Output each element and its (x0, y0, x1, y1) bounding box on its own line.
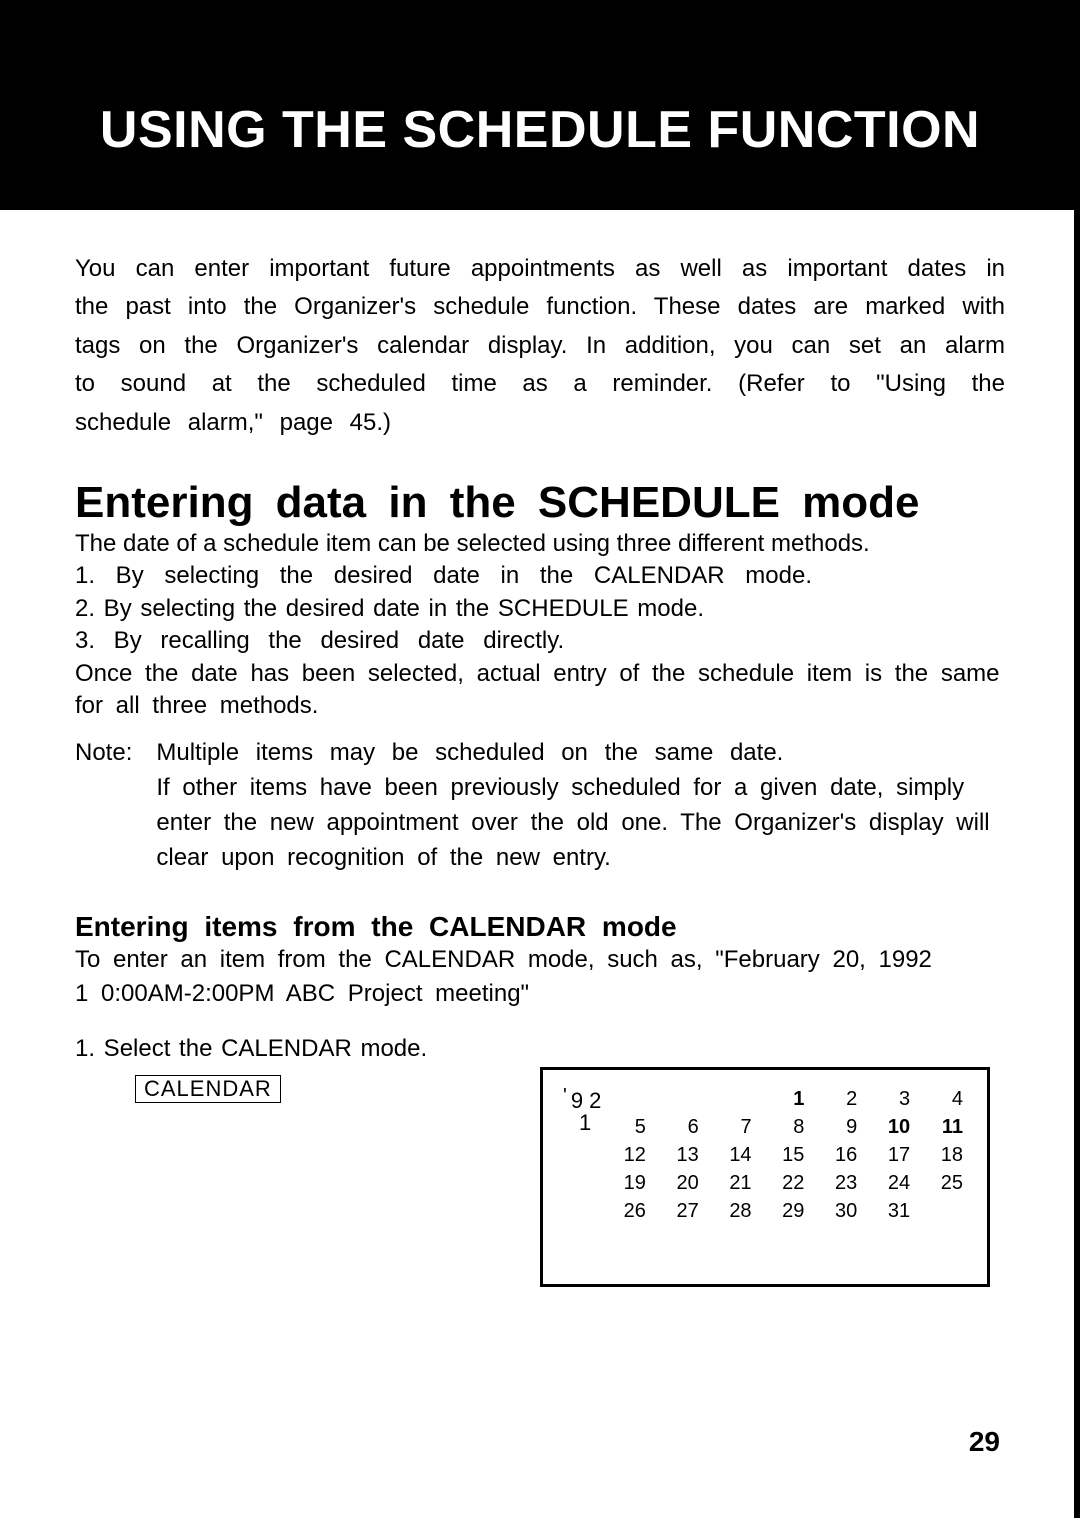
calendar-cell: 20 (656, 1172, 699, 1196)
calendar-grid: 1234567891011121314151617181920212223242… (603, 1088, 963, 1224)
calendar-cell: 27 (656, 1200, 699, 1224)
calendar-cell: 29 (762, 1200, 805, 1224)
note-block: Note: Multiple items may be scheduled on… (75, 736, 1005, 875)
header-band: USING THE SCHEDULE FUNCTION (0, 0, 1080, 210)
section2-p2: 1 0:00AM-2:00PM ABC Project meeting" (75, 977, 1005, 1011)
note-line-1: Multiple items may be scheduled on the s… (156, 736, 1005, 771)
calendar-cell (920, 1200, 963, 1224)
calendar-cell: 5 (603, 1116, 646, 1140)
calendar-cell: 1 (762, 1088, 805, 1112)
calendar-year-label: ' 9 2 1 (563, 1090, 601, 1134)
section1-after: Once the date has been selected, actual … (75, 658, 1005, 723)
calendar-cell: 4 (920, 1088, 963, 1112)
calendar-cell (603, 1088, 646, 1112)
calendar-cell: 19 (603, 1172, 646, 1196)
note-label: Note: (75, 736, 132, 875)
calendar-key-label: CALENDAR (135, 1075, 281, 1103)
calendar-cell: 9 (814, 1116, 857, 1140)
step-1: 1. Select the CALENDAR mode. (75, 1035, 1005, 1063)
calendar-cell: 28 (709, 1200, 752, 1224)
note-body: Multiple items may be scheduled on the s… (156, 736, 1005, 875)
calendar-cell: 30 (814, 1200, 857, 1224)
calendar-cell: 3 (867, 1088, 910, 1112)
calendar-cell: 18 (920, 1144, 963, 1168)
calendar-cell: 23 (814, 1172, 857, 1196)
calendar-cell: 31 (867, 1200, 910, 1224)
calendar-cell: 26 (603, 1200, 646, 1224)
intro-paragraph: You can enter important future appointme… (75, 250, 1005, 442)
calendar-cell: 24 (867, 1172, 910, 1196)
calendar-cell: 12 (603, 1144, 646, 1168)
section2-p1: To enter an item from the CALENDAR mode,… (75, 943, 1005, 977)
calendar-cell: 11 (920, 1116, 963, 1140)
year-value-2: 1 (579, 1112, 601, 1134)
method-item-3: 3. By recalling the desired date directl… (75, 625, 1005, 657)
method-item-1: 1. By selecting the desired date in the … (75, 560, 1005, 592)
calendar-cell: 17 (867, 1144, 910, 1168)
content-body: You can enter important future appointme… (0, 210, 1080, 1287)
page-number: 29 (969, 1426, 1000, 1458)
calendar-row: CALENDAR ' 9 2 1 12345678910111213141516… (75, 1075, 1005, 1287)
calendar-cell: 14 (709, 1144, 752, 1168)
method-item-2: 2. By selecting the desired date in the … (75, 593, 1005, 625)
year-value-1: 9 2 (571, 1090, 602, 1112)
calendar-cell: 7 (709, 1116, 752, 1140)
calendar-cell: 2 (814, 1088, 857, 1112)
calendar-cell: 8 (762, 1116, 805, 1140)
section-heading-calendar: Entering items from the CALENDAR mode (75, 911, 1005, 943)
calendar-key-wrap: CALENDAR (75, 1075, 540, 1103)
calendar-cell (656, 1088, 699, 1112)
note-line-2: If other items have been previously sche… (156, 771, 1005, 875)
page-title: USING THE SCHEDULE FUNCTION (60, 100, 1020, 160)
page-edge (1074, 0, 1080, 1518)
calendar-cell: 22 (762, 1172, 805, 1196)
section1-lead: The date of a schedule item can be selec… (75, 528, 1005, 560)
calendar-display: ' 9 2 1 12345678910111213141516171819202… (540, 1067, 990, 1287)
calendar-cell: 21 (709, 1172, 752, 1196)
section-heading-schedule: Entering data in the SCHEDULE mode (75, 478, 1005, 528)
year-apostrophe: ' (563, 1086, 567, 1106)
calendar-cell: 6 (656, 1116, 699, 1140)
calendar-cell: 15 (762, 1144, 805, 1168)
calendar-cell: 25 (920, 1172, 963, 1196)
calendar-cell: 10 (867, 1116, 910, 1140)
calendar-cell: 13 (656, 1144, 699, 1168)
calendar-cell: 16 (814, 1144, 857, 1168)
calendar-cell (709, 1088, 752, 1112)
